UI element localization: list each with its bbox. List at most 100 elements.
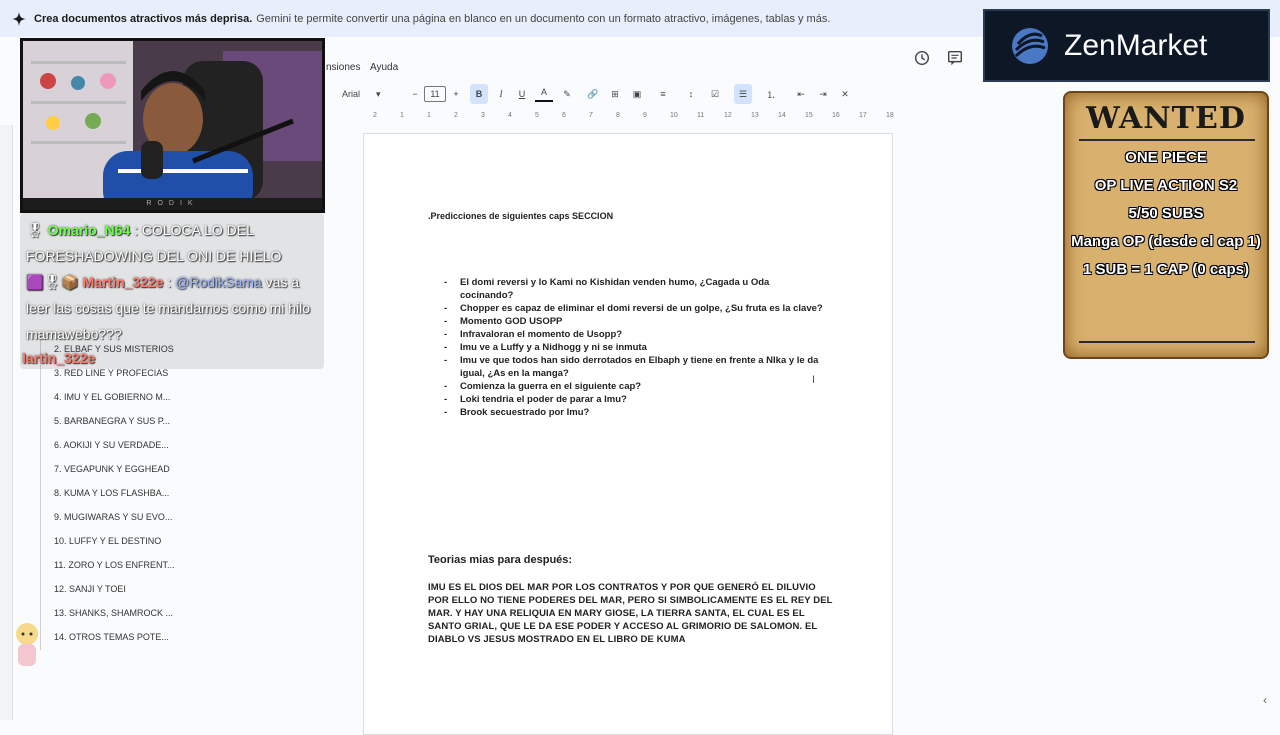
sponsor-name: ZenMarket <box>1064 28 1208 62</box>
poster-line: Manga OP (desde el cap 1) <box>1071 233 1261 250</box>
ruler-number: 14 <box>778 112 786 119</box>
italic-icon[interactable]: I <box>492 84 510 104</box>
outline-item[interactable]: 7. VEGAPUNK Y EGGHEAD <box>54 464 170 474</box>
outline-item[interactable]: 13. SHANKS, SHAMROCK ... <box>54 608 173 618</box>
horizontal-ruler: 2 1 1 2 3 4 5 6 7 8 9 10 11 12 13 14 15 16 17 18 <box>363 109 894 123</box>
bulleted-list-icon[interactable]: ☰ <box>734 84 752 104</box>
list-item: El domi reversi y lo Kami no Kishidan ve… <box>444 276 824 302</box>
chat-separator: : <box>163 274 176 290</box>
ruler-number: 6 <box>562 112 566 119</box>
font-size-input[interactable]: 11 <box>424 86 446 102</box>
poster-line: ONE PIECE <box>1125 149 1207 166</box>
ruler-number: 7 <box>589 112 593 119</box>
outline-item[interactable]: 11. ZORO Y LOS ENFRENT... <box>54 560 175 570</box>
poster-divider <box>1079 341 1255 343</box>
outline-item[interactable]: 5. BARBANEGRA Y SUS P... <box>54 416 170 426</box>
insert-image-icon[interactable]: ▣ <box>628 84 646 104</box>
webcam-overlay: RODIK <box>20 38 325 213</box>
scroll-arrow-icon[interactable]: ‹ <box>1263 693 1279 711</box>
chat-mention: @RodikSama <box>175 274 262 290</box>
decrease-indent-icon[interactable]: ⇤ <box>792 84 810 104</box>
checklist-icon[interactable]: ☑ <box>706 84 724 104</box>
ruler-number: 2 <box>373 112 377 119</box>
anime-sticker-icon <box>16 623 38 666</box>
outline-item[interactable]: 12. SANJI Y TOEI <box>54 584 126 594</box>
text-cursor-icon: I <box>812 374 816 386</box>
chat-overlay: 🎖 Omario_N64 : COLOCA LO DEL FORESHADOWI… <box>20 213 324 369</box>
theory-heading: Teorias mias para después: <box>428 554 573 566</box>
ruler-number: 1 <box>427 112 431 119</box>
outline-item[interactable]: 10. LUFFY Y EL DESTINO <box>54 536 161 546</box>
chat-username: Martin_322e <box>82 274 164 290</box>
decrease-size-icon[interactable]: − <box>406 84 424 104</box>
outline-item[interactable]: 6. AOKIJI Y SU VERDADE... <box>54 440 169 450</box>
ruler-number: 15 <box>805 112 813 119</box>
list-item: Brook secuestrado por Imu? <box>444 406 824 419</box>
list-item: Imu ve a Luffy y a Nidhogg y ni se inmut… <box>444 341 824 354</box>
underline-icon[interactable]: U <box>513 84 531 104</box>
clear-formatting-icon[interactable]: ✕ <box>836 84 854 104</box>
chat-username: Omario_N64 <box>47 222 131 238</box>
list-item: Infravaloran el momento de Usopp? <box>444 328 824 341</box>
increase-size-icon[interactable]: + <box>447 84 465 104</box>
link-icon[interactable]: 🔗 <box>584 84 602 104</box>
prediction-list: El domi reversi y lo Kami no Kishidan ve… <box>444 276 824 419</box>
ruler-number: 10 <box>670 112 678 119</box>
zenmarket-logo-icon <box>1012 27 1048 64</box>
ruler-number: 18 <box>886 112 894 119</box>
wanted-title: WANTED <box>1086 101 1246 136</box>
align-icon[interactable]: ≡ <box>654 84 672 104</box>
ruler-number: 3 <box>481 112 485 119</box>
user-badge-icon: 🎖 <box>26 222 44 238</box>
add-comment-icon[interactable]: ⊞ <box>606 84 624 104</box>
menu-help[interactable]: Ayuda <box>370 62 398 73</box>
ruler-number: 9 <box>643 112 647 119</box>
chat-message-partial: lartin_322e <box>22 345 318 371</box>
gemini-sparkle-icon <box>12 11 26 26</box>
numbered-list-icon[interactable]: ⒈ <box>762 84 780 104</box>
chat-username: lartin_322e <box>22 350 96 366</box>
font-name: Arial <box>342 89 361 99</box>
user-badge-icon: 🟪🎖📦 <box>26 274 79 290</box>
text-color-icon[interactable]: A <box>535 84 553 102</box>
ruler-number: 5 <box>535 112 539 119</box>
theory-paragraph: IMU ES EL DIOS DEL MAR POR LOS CONTRATOS… <box>428 582 833 645</box>
outline-item[interactable]: 4. IMU Y EL GOBIERNO M... <box>54 392 170 402</box>
ruler-number: 13 <box>751 112 759 119</box>
menu-extensions[interactable]: nsiones <box>326 62 360 73</box>
ruler-number: 11 <box>697 112 705 119</box>
chevron-down-icon: ▾ <box>376 88 381 99</box>
poster-line: OP LIVE ACTION S2 <box>1094 177 1238 194</box>
comments-icon[interactable] <box>946 49 964 67</box>
font-select[interactable]: Arial ▾ <box>342 84 392 104</box>
outline-item[interactable]: 14. OTROS TEMAS POTE... <box>54 632 169 642</box>
outline-divider <box>40 340 41 650</box>
poster-line: 5/50 SUBS <box>1128 205 1204 222</box>
list-item: Chopper es capaz de eliminar el domi rev… <box>444 302 824 315</box>
outline-item[interactable]: 8. KUMA Y LOS FLASHBA... <box>54 488 169 498</box>
ruler-number: 1 <box>400 112 404 119</box>
doc-heading: .Predicciones de siguientes caps SECCION <box>428 211 614 221</box>
formatting-toolbar: Arial ▾ − 11 + B I U A ✎ 🔗 ⊞ ▣ ≡ ↕ ☑ ☰ ⒈ … <box>330 84 890 104</box>
ruler-number: 16 <box>832 112 840 119</box>
bold-icon[interactable]: B <box>470 84 488 104</box>
highlight-icon[interactable]: ✎ <box>558 84 576 104</box>
poster-line: 1 SUB = 1 CAP (0 caps) <box>1082 261 1250 278</box>
chat-separator: : <box>130 222 142 238</box>
list-item: Momento GOD USOPP <box>444 315 824 328</box>
banner-text: Gemini te permite convertir una página e… <box>256 12 831 25</box>
history-icon[interactable] <box>913 49 931 67</box>
ruler-number: 2 <box>454 112 458 119</box>
chat-message: 🟪🎖📦 Martin_322e : @RodikSama vas a leer … <box>26 269 322 347</box>
ruler-number: 12 <box>724 112 732 119</box>
line-spacing-icon[interactable]: ↕ <box>682 84 700 104</box>
banner-headline: Crea documentos atractivos más deprisa. <box>34 12 253 25</box>
ruler-number: 8 <box>616 112 620 119</box>
document-page[interactable]: .Predicciones de siguientes caps SECCION… <box>363 133 893 735</box>
streamer-image <box>23 41 322 210</box>
increase-indent-icon[interactable]: ⇥ <box>814 84 832 104</box>
list-item: Imu ve que todos han sido derrotados en … <box>444 354 824 380</box>
chat-message: 🎖 Omario_N64 : COLOCA LO DEL FORESHADOWI… <box>26 217 322 269</box>
outline-item[interactable]: 9. MUGIWARAS Y SU EVO... <box>54 512 172 522</box>
wanted-poster: WANTED ONE PIECE OP LIVE ACTION S2 5/50 … <box>1063 91 1269 359</box>
